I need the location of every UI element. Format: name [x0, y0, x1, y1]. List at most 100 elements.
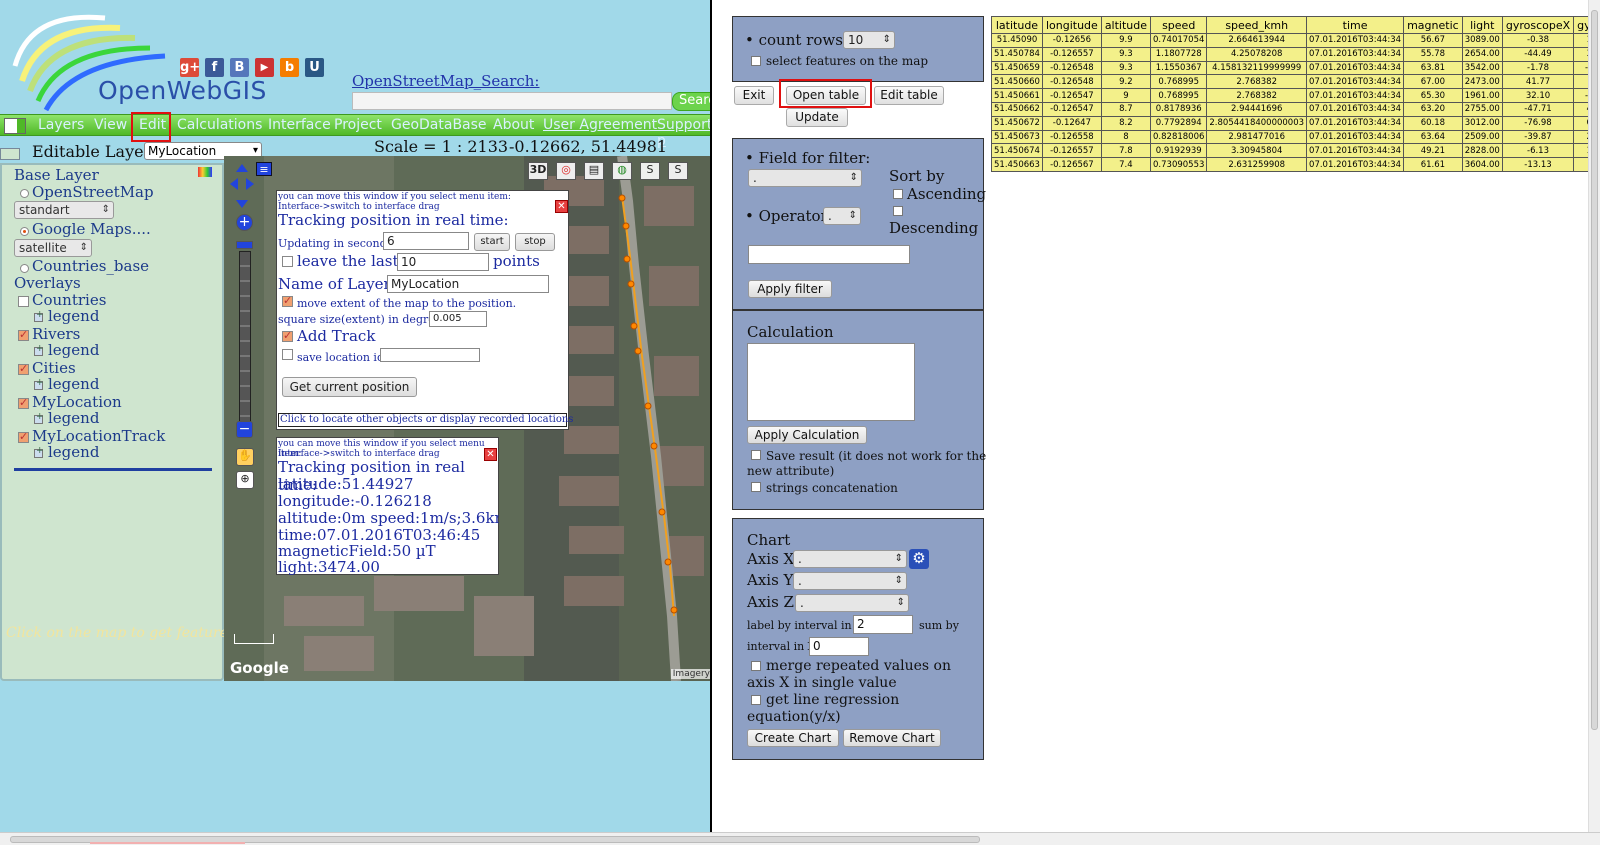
filter-value-input[interactable] — [748, 245, 910, 264]
label-interval-input[interactable]: 2 — [853, 615, 913, 634]
measure-s-icon[interactable]: S — [640, 162, 660, 180]
table-cell[interactable]: 07.01.2016T03:44:34 — [1306, 157, 1405, 172]
table-cell[interactable]: 07.01.2016T03:44:34 — [1306, 60, 1405, 76]
vk-icon[interactable]: U — [305, 58, 324, 77]
updating-seconds-input[interactable]: 6 — [383, 232, 469, 250]
table-cell[interactable]: 49.21 — [1403, 143, 1463, 159]
zoom-slider-top[interactable] — [236, 241, 253, 249]
mylocation-legend[interactable]: legend — [48, 409, 99, 427]
column-header[interactable]: speed_kmh — [1206, 16, 1308, 34]
table-row[interactable]: 51.450663 -0.126567 7.4 0.73090553 2.6312599… — [991, 157, 1600, 172]
mylocationtrack-legend[interactable]: legend — [48, 443, 99, 461]
globe-icon[interactable]: ◍ — [612, 162, 632, 180]
table-cell[interactable]: 63.20 — [1403, 101, 1463, 117]
table-cell[interactable]: 4.158132119999999 — [1206, 60, 1308, 76]
table-cell[interactable]: -0.126558 — [1041, 129, 1102, 145]
table-cell[interactable]: 1.1550367 — [1150, 60, 1208, 76]
table-cell[interactable]: -47.71 — [1501, 101, 1575, 117]
tracking-info-window[interactable]: you can move this window if you select m… — [276, 437, 499, 576]
blog-icon[interactable]: b — [280, 58, 299, 77]
osm-search-label[interactable]: OpenStreetMap_Search: — [352, 72, 539, 90]
table-row[interactable]: 51.45090 -0.12656 9.9 0.74017054 2.664613944… — [991, 33, 1600, 48]
countries-base-label[interactable]: Countries_base — [32, 257, 149, 275]
table-cell[interactable]: 2755.00 — [1461, 101, 1503, 117]
table-cell[interactable]: -76.98 — [1501, 115, 1575, 131]
table-cell[interactable]: -0.12647 — [1041, 115, 1102, 131]
table-cell[interactable]: 2828.00 — [1461, 143, 1503, 159]
table-cell[interactable]: 63.64 — [1403, 129, 1463, 145]
osm-search-input[interactable] — [352, 92, 672, 110]
google-style-select[interactable]: satellite — [14, 239, 92, 257]
legend-expand-icon[interactable] — [34, 378, 44, 390]
legend-expand-icon[interactable] — [34, 446, 44, 458]
table-cell[interactable]: 07.01.2016T03:44:34 — [1306, 88, 1405, 103]
osm-style-select[interactable]: standart — [14, 201, 114, 219]
legend-expand-icon[interactable] — [34, 412, 44, 424]
table-cell[interactable]: 51.450674 — [991, 143, 1043, 159]
table-cell[interactable]: -0.126557 — [1041, 46, 1102, 62]
table-cell[interactable]: 07.01.2016T03:44:34 — [1306, 143, 1405, 159]
table-row[interactable]: 51.450672 -0.12647 8.2 0.7792894 2.805441840… — [991, 115, 1600, 131]
menu-calculations[interactable]: Calculations — [177, 117, 262, 133]
exit-button[interactable]: Exit — [734, 86, 774, 105]
cities-legend[interactable]: legend — [48, 375, 99, 393]
menu-interface[interactable]: Interface — [268, 117, 331, 133]
table-cell[interactable]: 2.94441696 — [1206, 101, 1308, 117]
table-cell[interactable]: 2.664613944 — [1206, 33, 1308, 48]
start-button[interactable]: start — [474, 233, 510, 251]
table-cell[interactable]: 61.61 — [1403, 157, 1463, 172]
column-header[interactable]: longitude — [1041, 16, 1102, 34]
table-cell[interactable]: -0.126557 — [1041, 143, 1102, 159]
panel-toggle[interactable] — [0, 148, 20, 160]
remove-chart-button[interactable]: Remove Chart — [843, 729, 941, 747]
google-plus-icon[interactable]: g+ — [180, 58, 200, 77]
table-cell[interactable]: -0.126548 — [1041, 60, 1102, 76]
table-cell[interactable]: -0.38 — [1501, 33, 1575, 48]
table-cell[interactable]: 32.10 — [1501, 88, 1575, 103]
save-result-checkbox[interactable] — [751, 450, 761, 460]
table-cell[interactable]: 0.9192939 — [1150, 143, 1208, 159]
table-cell[interactable]: 9.9 — [1100, 33, 1152, 48]
add-track-checkbox[interactable] — [282, 329, 293, 342]
table-cell[interactable]: 07.01.2016T03:44:34 — [1306, 74, 1405, 90]
menu-toggle-icon[interactable] — [4, 118, 26, 134]
menu-layers[interactable]: Layers — [38, 117, 84, 133]
legend-expand-icon[interactable] — [34, 310, 44, 322]
locate-objects-link[interactable]: Click to locate other objects or display… — [278, 413, 573, 427]
vertical-scroll-thumb[interactable] — [1591, 10, 1598, 730]
column-header[interactable]: time — [1306, 16, 1405, 34]
move-extent-checkbox[interactable] — [282, 294, 293, 307]
zoom-in-icon[interactable]: + — [236, 214, 253, 231]
3d-view-button[interactable]: 3D — [528, 162, 548, 180]
pan-control[interactable] — [230, 164, 254, 208]
table-cell[interactable]: 2.631259908 — [1206, 157, 1308, 172]
get-current-position-button[interactable]: Get current position — [282, 377, 417, 397]
table-cell[interactable]: 2509.00 — [1461, 129, 1503, 145]
table-cell[interactable]: 51.450662 — [991, 101, 1043, 117]
table-cell[interactable]: 1.1807728 — [1150, 46, 1208, 62]
zoom-out-icon[interactable]: − — [236, 421, 253, 438]
blogger-b-icon[interactable]: B — [230, 58, 249, 77]
table-cell[interactable]: 1961.00 — [1461, 88, 1503, 103]
table-cell[interactable]: 51.450661 — [991, 88, 1043, 103]
apply-filter-button[interactable]: Apply filter — [748, 280, 832, 298]
print-icon[interactable]: ▤ — [584, 162, 604, 180]
strings-concat-checkbox[interactable] — [751, 482, 761, 492]
menu-view[interactable]: View — [94, 117, 127, 133]
table-cell[interactable]: 2473.00 — [1461, 74, 1503, 90]
save-location-input[interactable] — [380, 348, 480, 362]
table-cell[interactable]: 4.25078208 — [1206, 46, 1308, 62]
table-cell[interactable]: 0.7792894 — [1150, 115, 1208, 131]
ascending-checkbox[interactable] — [893, 189, 903, 199]
column-header[interactable]: light — [1461, 16, 1503, 34]
table-cell[interactable]: 8.2 — [1100, 115, 1152, 131]
legend-expand-icon[interactable] — [34, 344, 44, 356]
table-cell[interactable]: -39.87 — [1501, 129, 1575, 145]
table-cell[interactable]: 63.81 — [1403, 60, 1463, 76]
save-location-checkbox[interactable] — [282, 349, 293, 360]
calculation-textarea[interactable] — [747, 343, 915, 421]
table-row[interactable]: 51.450660 -0.126548 9.2 0.768995 2.768382 07.… — [991, 74, 1600, 90]
table-cell[interactable]: 9.2 — [1100, 74, 1152, 90]
table-cell[interactable]: 2.981477016 — [1206, 129, 1308, 145]
gear-icon[interactable]: ⚙ — [909, 549, 929, 569]
